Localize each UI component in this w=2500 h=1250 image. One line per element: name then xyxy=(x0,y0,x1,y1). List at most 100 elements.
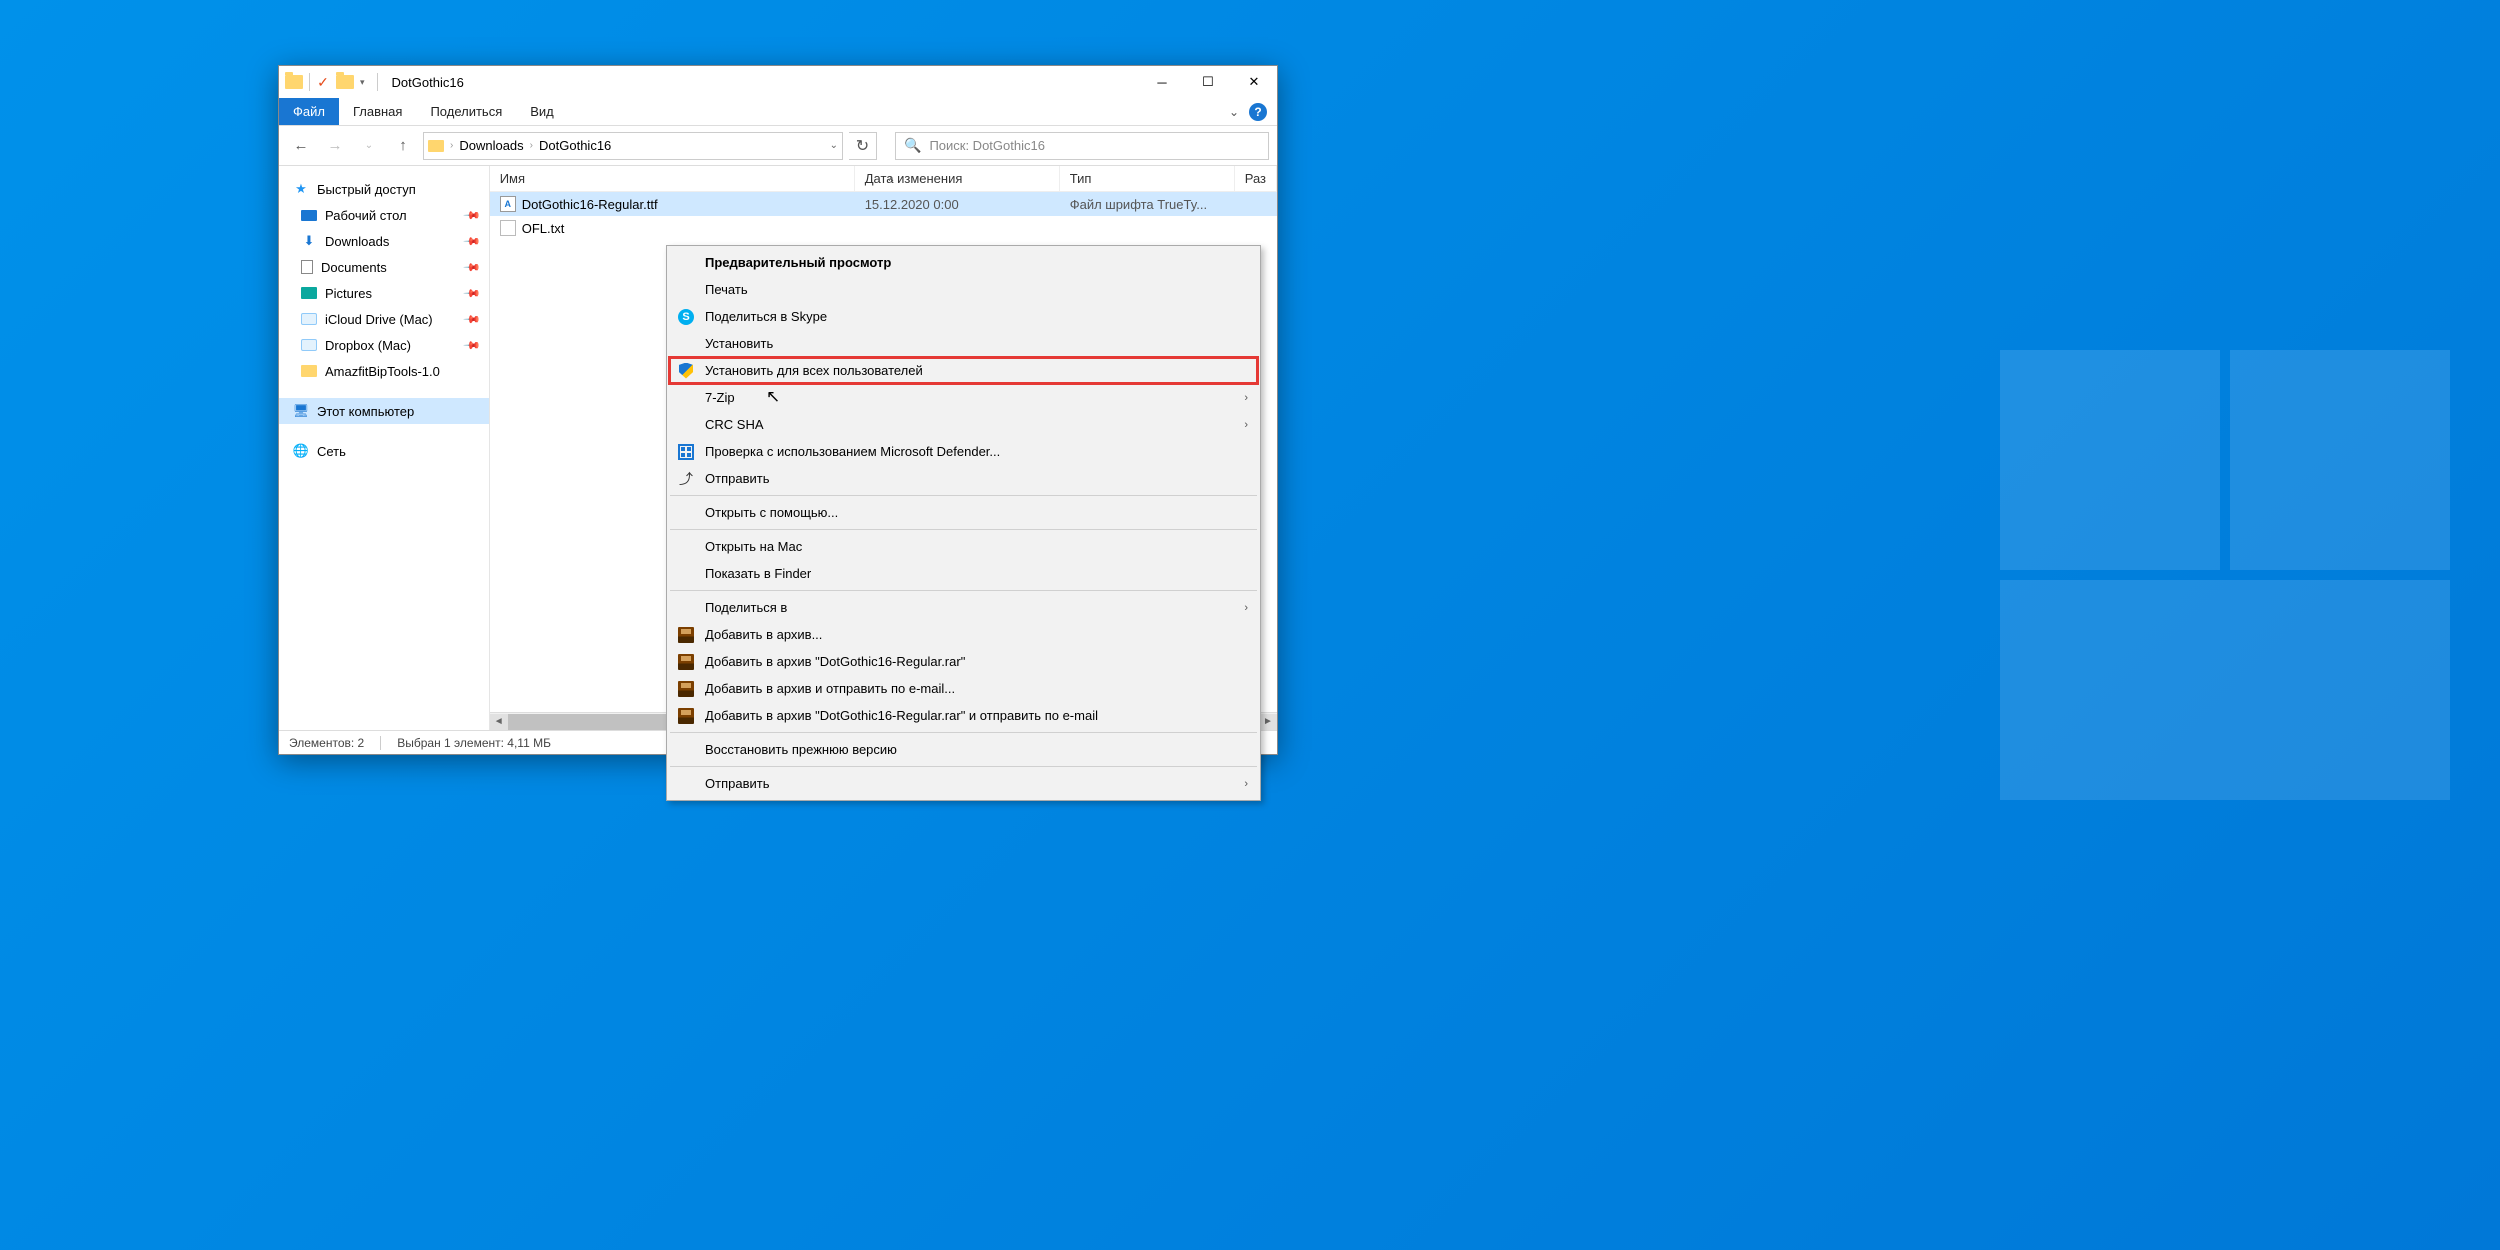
menu-separator xyxy=(670,495,1257,496)
menu-crc-sha[interactable]: CRC SHA› xyxy=(669,411,1258,438)
menu-separator xyxy=(670,732,1257,733)
window-title: DotGothic16 xyxy=(392,75,464,90)
menu-send-to[interactable]: Отправить› xyxy=(669,770,1258,797)
menu-separator xyxy=(670,766,1257,767)
breadcrumb-segment[interactable]: Downloads xyxy=(459,138,523,153)
nav-documents[interactable]: Documents📌 xyxy=(279,254,489,280)
nav-network[interactable]: 🌐Сеть xyxy=(279,438,489,464)
pictures-icon xyxy=(301,287,317,299)
folder-icon xyxy=(428,140,444,152)
star-icon: ★ xyxy=(293,181,309,197)
column-type[interactable]: Тип xyxy=(1060,166,1235,191)
nav-dropbox[interactable]: Dropbox (Mac)📌 xyxy=(279,332,489,358)
pin-icon: 📌 xyxy=(462,336,481,355)
menu-separator xyxy=(670,529,1257,530)
refresh-button[interactable]: ↻ xyxy=(849,132,877,160)
column-headers: Имя˄ Дата изменения Тип Раз xyxy=(490,166,1277,192)
text-file-icon xyxy=(500,220,516,236)
menu-send[interactable]: ⤴Отправить xyxy=(669,465,1258,492)
pin-icon: 📌 xyxy=(462,310,481,329)
column-date[interactable]: Дата изменения xyxy=(855,166,1060,191)
menu-install-all-users[interactable]: Установить для всех пользователей xyxy=(669,357,1258,384)
status-item-count: Элементов: 2 xyxy=(289,736,364,750)
menu-add-rar[interactable]: Добавить в архив "DotGothic16-Regular.ra… xyxy=(669,648,1258,675)
column-name[interactable]: Имя˄ xyxy=(490,166,855,191)
collapse-ribbon-icon[interactable]: ⌄ xyxy=(1229,105,1239,119)
menu-open-mac[interactable]: Открыть на Mac xyxy=(669,533,1258,560)
menu-add-email[interactable]: Добавить в архив и отправить по e-mail..… xyxy=(669,675,1258,702)
menu-add-archive[interactable]: Добавить в архив... xyxy=(669,621,1258,648)
rar-icon xyxy=(677,626,695,644)
chevron-right-icon[interactable]: › xyxy=(530,140,533,151)
up-button[interactable]: ↑ xyxy=(389,132,417,160)
tab-file[interactable]: Файл xyxy=(279,98,339,125)
breadcrumb-segment[interactable]: DotGothic16 xyxy=(539,138,611,153)
download-icon: ⬇ xyxy=(301,233,317,249)
search-placeholder: Поиск: DotGothic16 xyxy=(929,138,1045,153)
address-bar[interactable]: › Downloads › DotGothic16 ⌄ xyxy=(423,132,843,160)
menu-add-rar-email[interactable]: Добавить в архив "DotGothic16-Regular.ra… xyxy=(669,702,1258,729)
nav-folder-amazfit[interactable]: AmazfitBipTools-1.0 xyxy=(279,358,489,384)
nav-quick-access[interactable]: ★Быстрый доступ xyxy=(279,176,489,202)
menu-install[interactable]: Установить xyxy=(669,330,1258,357)
menu-skype[interactable]: SПоделиться в Skype xyxy=(669,303,1258,330)
nav-icloud[interactable]: iCloud Drive (Mac)📌 xyxy=(279,306,489,332)
pc-icon: 🖥 xyxy=(293,403,309,419)
share-icon: ⤴ xyxy=(677,470,695,488)
menu-preview[interactable]: Предварительный просмотр xyxy=(669,249,1258,276)
scroll-right-icon[interactable]: ► xyxy=(1259,714,1277,730)
titlebar[interactable]: ✓ ▾ DotGothic16 ─ ☐ ✕ xyxy=(279,66,1277,98)
search-box[interactable]: 🔍 Поиск: DotGothic16 xyxy=(895,132,1269,160)
menu-defender[interactable]: Проверка с использованием Microsoft Defe… xyxy=(669,438,1258,465)
search-icon: 🔍 xyxy=(904,137,921,154)
column-size[interactable]: Раз xyxy=(1235,166,1277,191)
close-button[interactable]: ✕ xyxy=(1231,66,1277,98)
qat-dropdown-icon[interactable]: ▾ xyxy=(360,77,365,88)
nav-this-pc[interactable]: 🖥Этот компьютер xyxy=(279,398,489,424)
navigation-pane: ★Быстрый доступ Рабочий стол📌 ⬇Downloads… xyxy=(279,166,490,730)
network-icon: 🌐 xyxy=(293,443,309,459)
folder-icon[interactable] xyxy=(336,75,354,89)
navigation-bar: ← → ⌄ ↑ › Downloads › DotGothic16 ⌄ ↻ 🔍 … xyxy=(279,126,1277,166)
font-file-icon: A xyxy=(500,196,516,212)
rar-icon xyxy=(677,653,695,671)
pin-icon: 📌 xyxy=(462,284,481,303)
scroll-left-icon[interactable]: ◄ xyxy=(490,714,508,730)
chevron-right-icon[interactable]: › xyxy=(450,140,453,151)
maximize-button[interactable]: ☐ xyxy=(1185,66,1231,98)
menu-open-with[interactable]: Открыть с помощью... xyxy=(669,499,1258,526)
tab-view[interactable]: Вид xyxy=(516,98,568,125)
shield-icon xyxy=(677,362,695,380)
help-icon[interactable]: ? xyxy=(1249,103,1267,121)
menu-7zip[interactable]: 7-Zip› xyxy=(669,384,1258,411)
back-button[interactable]: ← xyxy=(287,132,315,160)
menu-share-in[interactable]: Поделиться в› xyxy=(669,594,1258,621)
nav-desktop[interactable]: Рабочий стол📌 xyxy=(279,202,489,228)
folder-icon xyxy=(285,75,303,89)
file-row[interactable]: OFL.txt xyxy=(490,216,1277,240)
address-dropdown-icon[interactable]: ⌄ xyxy=(830,140,838,151)
nav-pictures[interactable]: Pictures📌 xyxy=(279,280,489,306)
sort-indicator-icon: ˄ xyxy=(888,174,893,184)
forward-button[interactable]: → xyxy=(321,132,349,160)
separator xyxy=(380,736,381,750)
dropbox-icon xyxy=(301,339,317,351)
file-row[interactable]: ADotGothic16-Regular.ttf 15.12.2020 0:00… xyxy=(490,192,1277,216)
nav-downloads[interactable]: ⬇Downloads📌 xyxy=(279,228,489,254)
rar-icon xyxy=(677,680,695,698)
menu-show-finder[interactable]: Показать в Finder xyxy=(669,560,1258,587)
chevron-right-icon: › xyxy=(1244,778,1248,790)
desktop-wallpaper-accent xyxy=(2000,350,2500,850)
tab-share[interactable]: Поделиться xyxy=(416,98,516,125)
minimize-button[interactable]: ─ xyxy=(1139,66,1185,98)
defender-icon xyxy=(677,443,695,461)
cloud-icon xyxy=(301,313,317,325)
menu-restore-version[interactable]: Восстановить прежнюю версию xyxy=(669,736,1258,763)
pin-icon: 📌 xyxy=(462,206,481,225)
folder-icon xyxy=(301,365,317,377)
tab-home[interactable]: Главная xyxy=(339,98,416,125)
recent-dropdown-icon[interactable]: ⌄ xyxy=(355,132,383,160)
properties-icon[interactable]: ✓ xyxy=(316,75,330,89)
separator xyxy=(309,73,310,91)
menu-print[interactable]: Печать xyxy=(669,276,1258,303)
